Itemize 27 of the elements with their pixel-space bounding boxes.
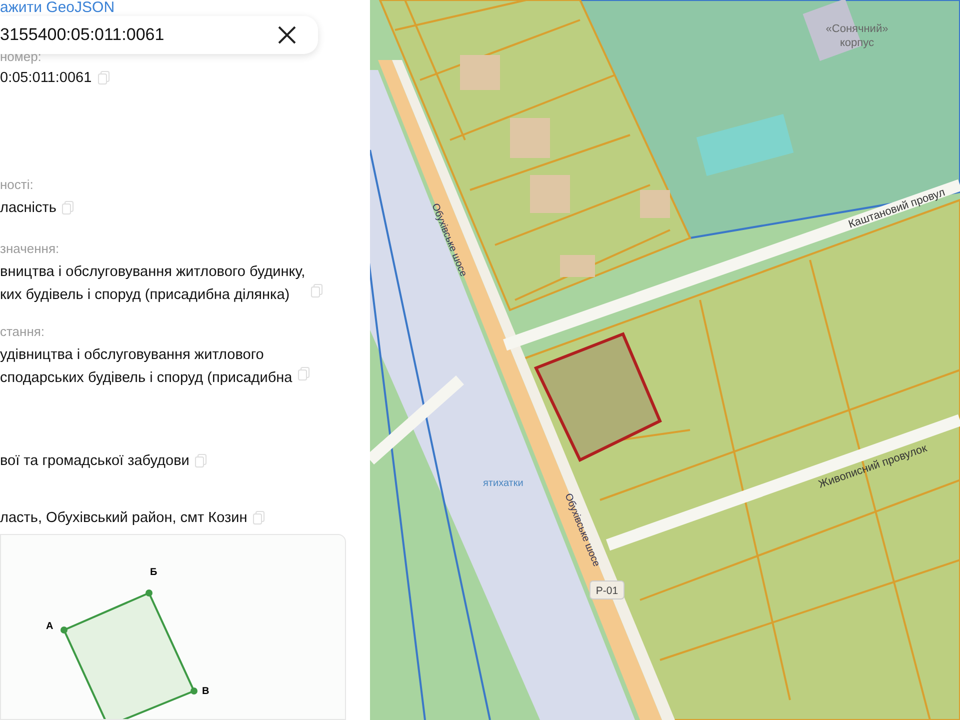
vertex-label: А — [46, 621, 54, 632]
vertex-label: Б — [150, 567, 158, 578]
field-value: удівництва і обслуговування житлового — [0, 346, 264, 365]
bus-stop-label: ятихатки — [483, 478, 524, 489]
field-label: номер: — [0, 54, 42, 65]
field-value: ких будівель і споруд (присадибна ділянка) — [0, 286, 290, 305]
copy-icon[interactable] — [62, 201, 74, 215]
field-value: 0:05:011:0061 — [0, 69, 92, 88]
field-value: ласть, Обухівський район, смт Козин — [0, 509, 248, 528]
copy-icon[interactable] — [298, 367, 310, 381]
copy-icon[interactable] — [98, 71, 110, 85]
field-label: стання: — [0, 323, 45, 340]
building-label: корпус — [840, 37, 874, 49]
field-value: сподарських будівель і споруд (присадибна — [0, 369, 292, 388]
field-value: ласність — [0, 199, 56, 218]
field-label: значення: — [0, 240, 60, 257]
field-value: вництва і обслуговування житлового будинку, — [0, 263, 306, 282]
copy-icon[interactable] — [195, 454, 208, 468]
building-label: «Сонячний» — [826, 23, 888, 35]
route-sign: Р-01 — [590, 580, 624, 600]
close-icon[interactable] — [276, 24, 298, 46]
download-link[interactable]: ажити GeoJSON — [0, 0, 115, 16]
copy-icon[interactable] — [311, 284, 324, 298]
field-value: вої та громадської забудови — [0, 452, 190, 471]
field-label: ності: — [0, 176, 34, 193]
copy-icon[interactable] — [253, 511, 266, 525]
vertex-label: В — [202, 686, 210, 697]
